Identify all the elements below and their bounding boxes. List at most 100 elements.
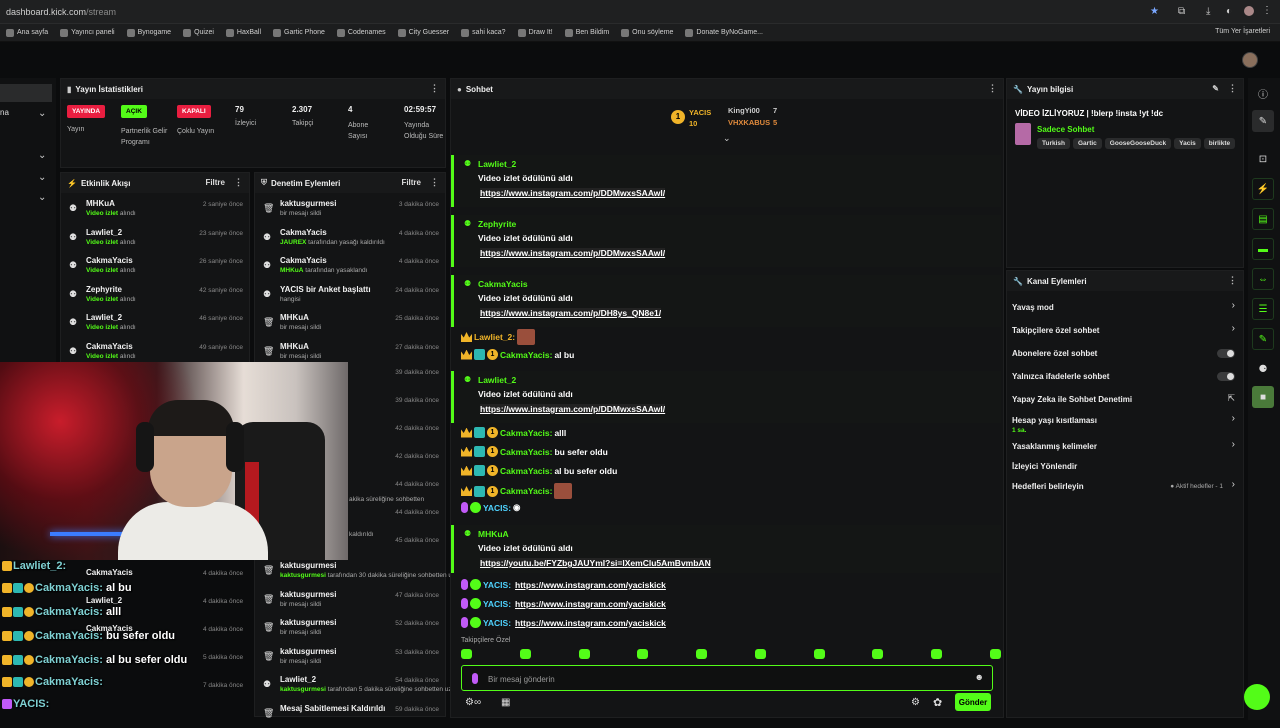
chat-link[interactable]: https://www.instagram.com/yaciskick (515, 599, 666, 609)
download-icon[interactable]: ⤓ (1206, 6, 1210, 17)
channel-action-label[interactable]: Yapay Zeka ile Sohbet Denetimi (1012, 395, 1132, 404)
wrench-icon[interactable]: ✎ (1252, 328, 1274, 350)
list-item[interactable]: 🗑 MHKuA bir mesajı sildi 25 dakika önce (255, 309, 445, 337)
star-icon[interactable]: ★ (1150, 6, 1159, 17)
filter-button[interactable]: Filtre (205, 178, 225, 187)
list-item[interactable]: ⚉ Zephyrite Video izlet alındı 42 saniye ön… (61, 281, 249, 309)
info-icon[interactable]: ⓘ (1252, 82, 1274, 104)
address-bar[interactable]: dashboard.kick.com/stream (6, 7, 116, 17)
channel-action-label[interactable]: Abonelere özel sohbet (1012, 349, 1097, 358)
edit-icon[interactable]: ✎ (1212, 84, 1219, 93)
edit-icon[interactable]: ✎ (1252, 110, 1274, 132)
users-icon[interactable]: ⚈ (1252, 358, 1274, 380)
chat-username[interactable]: CakmaYacis: (500, 447, 552, 457)
chat-username[interactable]: YACIS: (483, 599, 511, 609)
bookmark-item[interactable]: Donate ByNoGame... (685, 28, 763, 37)
emote-icon[interactable] (931, 649, 943, 659)
bookmark-item[interactable]: Gartic Phone (273, 28, 325, 37)
bookmark-item[interactable]: City Guesser (397, 28, 449, 37)
stream-tag[interactable]: Turkish (1037, 138, 1070, 149)
chat-message-input[interactable] (488, 671, 968, 687)
help-chat-button[interactable] (1244, 684, 1270, 710)
list-item[interactable]: 🗑 kaktusgurmesi bir mesajı sildi 52 dakika … (255, 614, 445, 642)
emoji-icon[interactable]: ☻ (975, 672, 984, 682)
settings-icon[interactable]: ⚙ (911, 697, 920, 708)
channel-action-label[interactable]: Hedefleri belirleyin (1012, 482, 1084, 491)
gift-icon[interactable]: ✿ (933, 696, 942, 709)
chevron-down-icon[interactable]: ⌄ (38, 108, 46, 119)
channel-action-label[interactable]: Hesap yaşı kısıtlaması (1012, 416, 1097, 425)
list-item[interactable]: ⚉ CakmaYacis Video izlet alındı 26 saniye ö… (61, 252, 249, 280)
filter-button[interactable]: Filtre (401, 178, 421, 187)
profile-icon[interactable]: ◐ (1226, 6, 1232, 17)
channel-action-label[interactable]: İzleyici Yönlendir (1012, 462, 1077, 471)
chat-username[interactable]: YACIS: (483, 618, 511, 628)
chat-link[interactable]: https://www.instagram.com/yaciskick (515, 580, 666, 590)
bookmark-item[interactable]: Codenames (336, 28, 386, 37)
calendar-icon[interactable]: ▦ (501, 697, 510, 708)
list-item[interactable]: 🗑 kaktusgurmesi bir mesajı sildi 47 dakika … (255, 586, 445, 614)
list-item[interactable]: ⚉ CakmaYacis MHKuA tarafından yasaklandı 4 … (255, 252, 445, 280)
all-bookmarks[interactable]: Tüm Yer İşaretleri (1215, 28, 1270, 35)
chat-username[interactable]: YACIS: (483, 580, 511, 590)
chat-username[interactable]: CakmaYacis: (500, 350, 552, 360)
avatar-small-icon[interactable] (1244, 6, 1254, 16)
emote-icon[interactable] (813, 649, 825, 659)
stream-category[interactable]: Sadece Sohbet (1037, 125, 1094, 134)
kebab-icon[interactable]: ⋮ (234, 177, 243, 188)
reward-link[interactable]: https://www.instagram.com/p/DDMwxsSAAwl/ (480, 248, 666, 258)
emote-icon[interactable] (696, 649, 708, 659)
bot-icon[interactable]: ■ (1252, 386, 1274, 408)
bookmark-item[interactable]: Yayıncı paneli (60, 28, 115, 37)
emote-icon[interactable] (754, 649, 766, 659)
kebab-icon[interactable]: ⋮ (430, 177, 439, 188)
split-icon[interactable]: ⇔ (1252, 268, 1274, 290)
chat-username[interactable]: Lawliet_2: (474, 332, 515, 342)
toggle-switch[interactable] (1217, 349, 1235, 358)
menu-icon[interactable]: ⋮ (1262, 5, 1272, 16)
channel-action-label[interactable]: Takipçilere özel sohbet (1012, 326, 1099, 335)
mic-icon[interactable] (472, 673, 478, 684)
channel-action-label[interactable]: Yavaş mod (1012, 303, 1054, 312)
channel-action-label[interactable]: Yasaklanmış kelimeler (1012, 442, 1097, 451)
emote-icon[interactable] (637, 649, 649, 659)
emote-icon[interactable] (461, 649, 472, 659)
list-icon[interactable]: ☰ (1252, 298, 1274, 320)
reward-icon[interactable]: ⚙∞ (465, 697, 481, 708)
kebab-icon[interactable]: ⋮ (430, 83, 439, 94)
list-item[interactable]: ⚉ CakmaYacis JAUREX tarafından yasağı kald… (255, 224, 445, 252)
bookmark-item[interactable]: Onu söyleme (621, 28, 673, 37)
stream-tag[interactable]: Yacis (1174, 138, 1201, 149)
emote-icon[interactable] (872, 649, 884, 659)
chevron-right-icon[interactable]: › (1232, 439, 1235, 450)
chat-link[interactable]: https://www.instagram.com/yaciskick (515, 618, 666, 628)
bookmark-item[interactable]: HaxBall (225, 28, 261, 37)
chevron-right-icon[interactable]: › (1232, 323, 1235, 334)
list-item[interactable]: 🗑 Mesaj Sabitlemesi Kaldırıldı 59 dakika ö… (255, 700, 445, 728)
kebab-icon[interactable]: ⋮ (1228, 275, 1237, 286)
bookmark-item[interactable]: Bynogame (126, 28, 171, 37)
bookmark-item[interactable]: sahi kaca? (461, 28, 506, 37)
emote-icon[interactable] (578, 649, 590, 659)
chat-username[interactable]: CakmaYacis: (500, 428, 552, 438)
reward-username[interactable]: Zephyrite (478, 219, 516, 229)
kebab-icon[interactable]: ⋮ (988, 83, 997, 94)
bookmark-item[interactable]: Ben Bildim (564, 28, 609, 37)
list-item[interactable]: 🗑 kaktusgurmesi kaktusgurmesi tarafından 3… (255, 557, 485, 585)
crop-icon[interactable]: ⊡ (1252, 148, 1274, 170)
chat-username[interactable]: YACIS: (483, 503, 511, 513)
chevron-down-icon[interactable]: ⌄ (723, 133, 731, 144)
chevron-right-icon[interactable]: › (1232, 300, 1235, 311)
list-item[interactable]: ⚉ Lawliet_2 kaktusgurmesi tarafından 5 dak… (255, 671, 481, 699)
chevron-down-icon[interactable]: ⌄ (38, 150, 46, 161)
reward-link[interactable]: https://www.instagram.com/p/DDMwxsSAAwl/ (480, 188, 666, 198)
reward-link[interactable]: https://youtu.be/FYZbgJAUYmI?si=lXemClu5… (480, 558, 711, 568)
chat-input-box[interactable]: ☻ (461, 665, 993, 691)
extensions-icon[interactable]: ⧉ (1178, 6, 1185, 17)
bookmark-item[interactable]: Draw It! (517, 28, 553, 37)
external-link-icon[interactable]: ⇱ (1227, 393, 1235, 404)
list-item[interactable]: ⚉ Lawliet_2 Video izlet alındı 23 saniye ön… (61, 224, 249, 252)
list-item[interactable]: ⚉ YACIS bir Anket başlattı hangisi 24 dakik… (255, 281, 445, 309)
bookmark-item[interactable]: Quizei (183, 28, 214, 37)
list-item[interactable]: ⚉ MHKuA Video izlet alındı 2 saniye önce (61, 195, 249, 223)
